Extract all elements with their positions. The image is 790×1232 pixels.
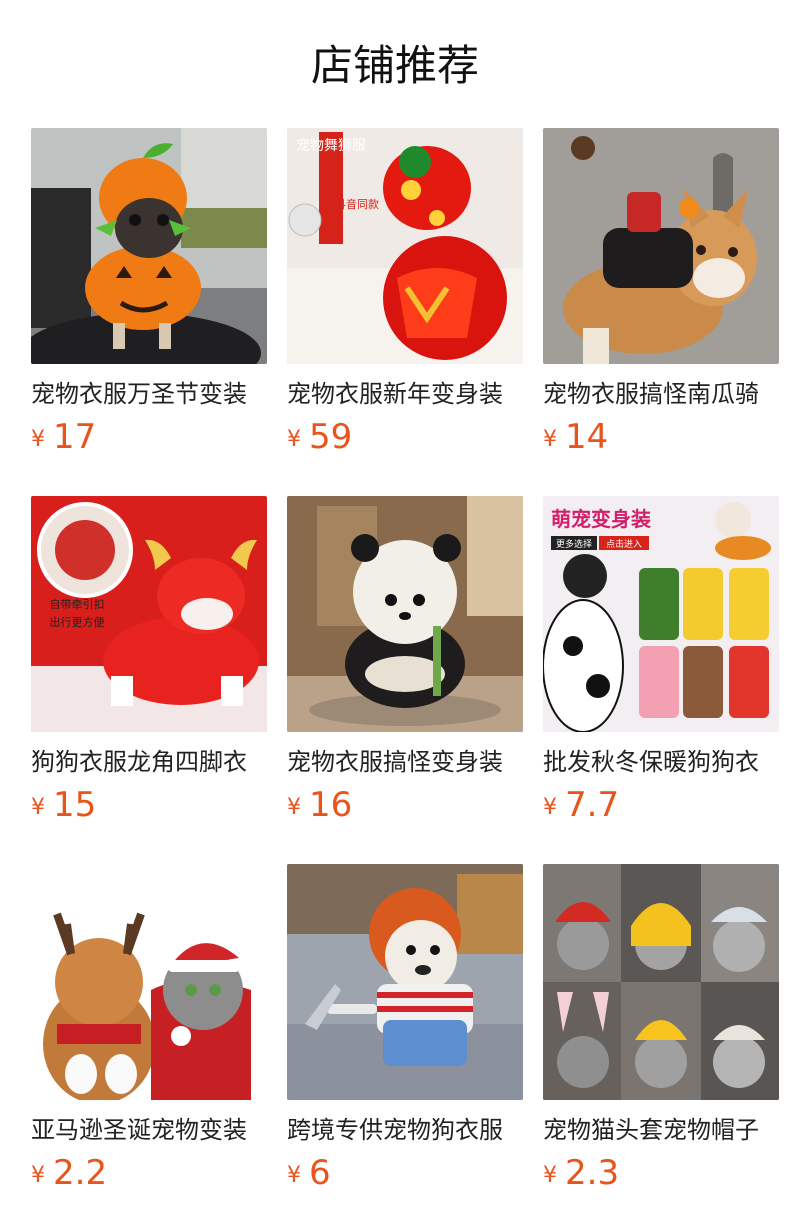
dog-panda-costume-photo xyxy=(287,496,523,732)
page-title: 店铺推荐 xyxy=(310,41,479,90)
currency-symbol: ¥ xyxy=(287,795,301,820)
price-value: 14 xyxy=(565,417,609,457)
corgi-rider-costume-photo xyxy=(543,128,779,364)
product-name[interactable]: 狗狗衣服龙角四脚衣 xyxy=(31,746,267,778)
cats-hat-collage xyxy=(543,864,779,1100)
product-image[interactable] xyxy=(543,128,779,364)
image-label-text: 宠物舞狮服 xyxy=(296,138,366,154)
image-label-text: 自带牵引扣 xyxy=(50,597,105,611)
currency-symbol: ¥ xyxy=(31,427,45,452)
currency-symbol: ¥ xyxy=(543,427,557,452)
product-price: ¥7.7 xyxy=(543,784,779,832)
product-price: ¥59 xyxy=(287,416,523,464)
currency-symbol: ¥ xyxy=(287,427,301,452)
product-price: ¥14 xyxy=(543,416,779,464)
product-image[interactable] xyxy=(287,864,523,1100)
currency-symbol: ¥ xyxy=(287,1163,301,1188)
product-name[interactable]: 宠物猫头套宠物帽子 xyxy=(543,1114,779,1146)
product-name[interactable]: 批发秋冬保暖狗狗衣 xyxy=(543,746,779,778)
product-card[interactable]: 宠物猫头套宠物帽子 ¥2.3 xyxy=(543,864,779,1232)
price-value: 6 xyxy=(309,1153,331,1193)
product-name[interactable]: 宠物衣服搞怪变身装 xyxy=(287,746,523,778)
product-card[interactable]: 宠物衣服搞怪变身装 ¥16 xyxy=(287,496,523,864)
product-card[interactable]: 萌宠变身装 更多选择 点击进入 批发秋冬保暖狗狗衣 ¥ 7.7 xyxy=(543,496,779,864)
image-label-text: 更多选择 xyxy=(556,538,592,550)
product-price: ¥16 xyxy=(287,784,523,832)
pug-pumpkin-costume-photo xyxy=(31,128,267,364)
dog-lion-dance-costume-photo: 宠物舞狮服 抖音同款 xyxy=(287,128,523,364)
currency-symbol: ¥ xyxy=(31,1163,45,1188)
product-name[interactable]: 宠物衣服搞怪南瓜骑 xyxy=(543,378,779,410)
product-name[interactable]: 跨境专供宠物狗衣服 xyxy=(287,1114,523,1146)
currency-symbol: ¥ xyxy=(543,1163,557,1188)
price-value: 59 xyxy=(309,417,353,457)
product-image[interactable] xyxy=(31,864,267,1100)
price-value: 16 xyxy=(309,785,353,825)
product-price: ¥2.3 xyxy=(543,1152,779,1200)
price-value: 17 xyxy=(53,417,97,457)
product-name[interactable]: 宠物衣服新年变身装 xyxy=(287,378,523,410)
product-image[interactable]: 宠物舞狮服 抖音同款 xyxy=(287,128,523,364)
product-image[interactable]: 萌宠变身装 更多选择 点击进入 xyxy=(543,496,779,732)
product-card[interactable]: 跨境专供宠物狗衣服 ¥6 xyxy=(287,864,523,1232)
product-card[interactable]: 宠物衣服万圣节变装 ¥17 xyxy=(31,128,267,496)
currency-symbol: ¥ xyxy=(31,795,45,820)
product-price: ¥15 xyxy=(31,784,267,832)
price-value: 7.7 xyxy=(565,785,620,825)
bulldog-chucky-costume-photo xyxy=(287,864,523,1100)
image-label-text: 萌宠变身装 xyxy=(551,507,651,531)
dog-cow-costume-collage: 萌宠变身装 更多选择 点击进入 xyxy=(543,496,779,732)
product-price: ¥6 xyxy=(287,1152,523,1200)
cats-christmas-costume-photo xyxy=(31,864,267,1100)
product-price: ¥17 xyxy=(31,416,267,464)
product-card[interactable]: 宠物衣服搞怪南瓜骑 ¥14 xyxy=(543,128,779,496)
product-image[interactable] xyxy=(31,128,267,364)
product-price: ¥2.2 xyxy=(31,1152,267,1200)
product-name[interactable]: 宠物衣服万圣节变装 xyxy=(31,378,267,410)
image-label-text: 点击进入 xyxy=(606,538,642,550)
image-label-text: 抖音同款 xyxy=(335,197,379,211)
price-value: 15 xyxy=(53,785,97,825)
price-value: 2.2 xyxy=(53,1153,108,1193)
image-label-text: 出行更方便 xyxy=(50,615,105,629)
shop-recommendation-page: 店铺推荐 宠物衣服万圣节变装 ¥ 17 宠物舞狮服 抖音同款 宠物衣服新年变身装… xyxy=(0,0,790,1232)
dog-red-dragon-costume-photo: 自带牵引扣 出行更方便 xyxy=(31,496,267,732)
price-value: 2.3 xyxy=(565,1153,620,1193)
product-card[interactable]: 亚马逊圣诞宠物变装 ¥2.2 xyxy=(31,864,267,1232)
product-card[interactable]: 自带牵引扣 出行更方便 狗狗衣服龙角四脚衣 ¥15 xyxy=(31,496,267,864)
product-grid: 宠物衣服万圣节变装 ¥17 宠物舞狮服 抖音同款 宠物衣服新年变身装 ¥ 59 … xyxy=(31,128,779,1232)
currency-symbol: ¥ xyxy=(543,795,557,820)
product-image[interactable]: 自带牵引扣 出行更方便 xyxy=(31,496,267,732)
product-image[interactable] xyxy=(287,496,523,732)
product-card[interactable]: 宠物舞狮服 抖音同款 宠物衣服新年变身装 ¥59 xyxy=(287,128,523,496)
product-name[interactable]: 亚马逊圣诞宠物变装 xyxy=(31,1114,267,1146)
product-image[interactable] xyxy=(543,864,779,1100)
